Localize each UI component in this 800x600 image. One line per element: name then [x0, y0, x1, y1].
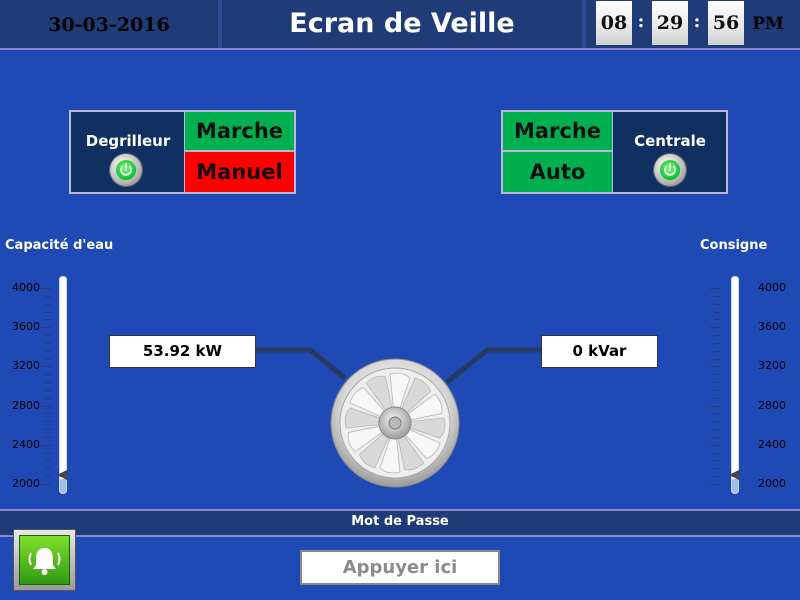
press-here-button[interactable]: Appuyer ici — [300, 550, 500, 585]
password-label: Mot de Passe — [351, 514, 449, 529]
alarm-button[interactable] — [13, 529, 76, 591]
reactive-power-value: 0 kVar — [541, 335, 658, 368]
fan-icon — [330, 358, 460, 488]
active-power-value: 53.92 kW — [109, 335, 256, 368]
alarm-bell-icon — [19, 535, 70, 585]
